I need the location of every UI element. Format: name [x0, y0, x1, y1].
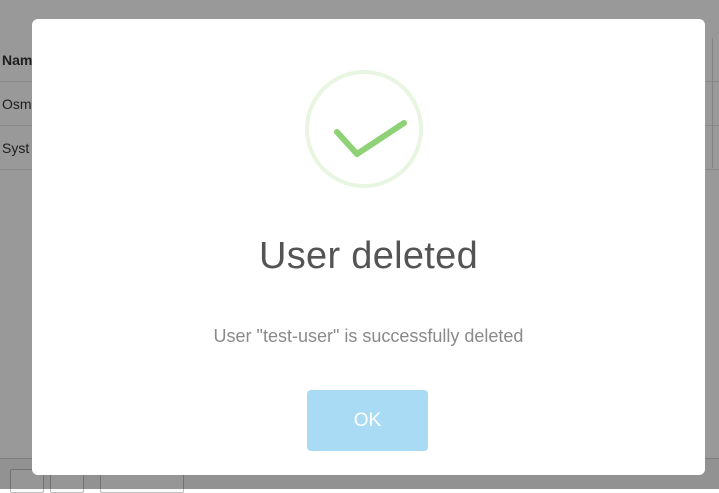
- checkmark-icon: [305, 70, 423, 188]
- ok-button[interactable]: OK: [307, 390, 428, 451]
- dialog-message: User "test-user" is successfully deleted: [213, 326, 524, 346]
- dialog-title: User deleted: [258, 235, 479, 277]
- success-dialog: User deleted User "test-user" is success…: [32, 19, 705, 475]
